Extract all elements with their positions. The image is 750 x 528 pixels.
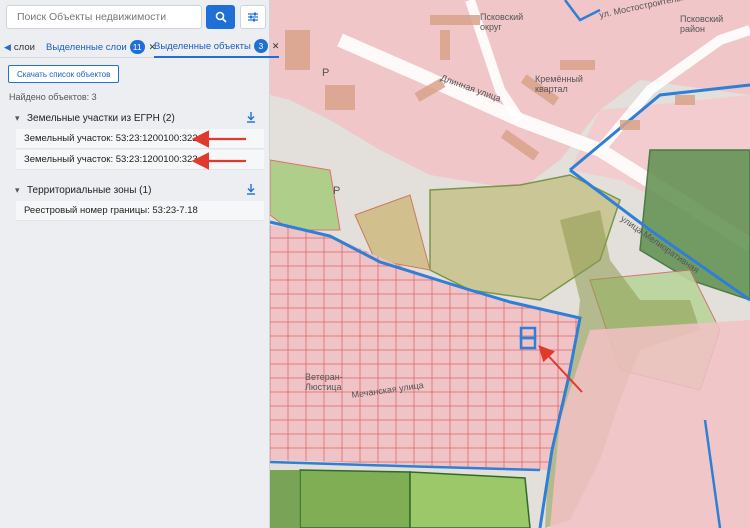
annotation-arrows-panel [191, 130, 246, 170]
